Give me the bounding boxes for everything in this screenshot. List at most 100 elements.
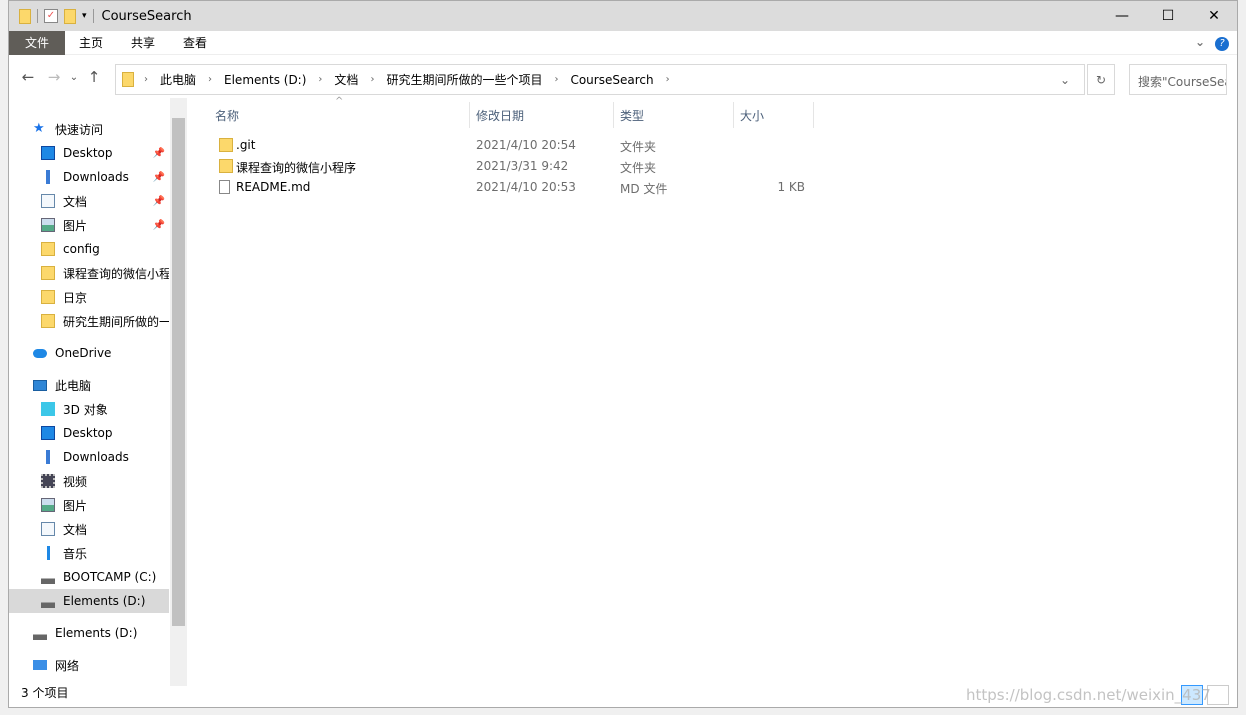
sidebar-item[interactable]: 3D 对象: [9, 397, 169, 421]
sidebar-item[interactable]: 日京: [9, 285, 169, 309]
sidebar-item[interactable]: 图片 📌: [9, 213, 169, 237]
file-date: 2021/3/31 9:42: [476, 159, 569, 173]
expand-ribbon-icon[interactable]: ⌄: [1195, 35, 1205, 49]
music-icon: [41, 546, 55, 560]
sidebar-item-label: Elements (D:): [63, 594, 146, 608]
sidebar-item-label: Downloads: [63, 170, 129, 184]
sidebar-item[interactable]: ★ 快速访问: [9, 117, 169, 141]
sidebar-item-label: 文档: [63, 194, 88, 209]
customize-toolbar-icon[interactable]: ▾: [82, 11, 87, 21]
sidebar-item-label: Downloads: [63, 450, 129, 464]
sidebar-item[interactable]: Downloads 📌: [9, 165, 169, 189]
divider: [37, 9, 38, 23]
folder-icon: [19, 8, 31, 24]
folder-icon: [41, 266, 55, 280]
sidebar-item[interactable]: Desktop 📌: [9, 141, 169, 165]
help-icon[interactable]: ?: [1215, 37, 1229, 51]
file-name: 课程查询的微信小程序: [236, 161, 357, 175]
pin-icon: 📌: [152, 171, 165, 183]
network-icon: [33, 660, 47, 670]
breadcrumb-item[interactable]: CourseSearch: [570, 73, 653, 87]
column-size[interactable]: 大小: [740, 107, 764, 124]
pin-icon: 📌: [152, 195, 165, 207]
sidebar-item[interactable]: config: [9, 237, 169, 261]
pin-icon: 📌: [152, 219, 165, 231]
sidebar-item-label: 音乐: [63, 546, 88, 561]
tab-home[interactable]: 主页: [65, 31, 117, 55]
tab-file[interactable]: 文件: [9, 30, 66, 55]
sidebar-item[interactable]: 视频: [9, 469, 169, 493]
file-date: 2021/4/10 20:54: [476, 138, 576, 152]
forward-button[interactable]: →: [41, 68, 67, 86]
address-bar[interactable]: › 此电脑 › Elements (D:) › 文档 › 研究生期间所做的一些个项目 ›…: [115, 64, 1085, 95]
sidebar-item-label: BOOTCAMP (C:): [63, 570, 157, 584]
minimize-button[interactable]: —: [1099, 1, 1145, 31]
picture-icon: [41, 218, 55, 232]
recent-locations-button[interactable]: ⌄: [67, 72, 81, 83]
file-row[interactable]: README.md 2021/4/10 20:53 MD 文件 1 KB: [197, 177, 817, 198]
refresh-button[interactable]: ↻: [1087, 64, 1115, 95]
breadcrumb-item[interactable]: 研究生期间所做的一些个项目: [386, 71, 542, 88]
file-type: 文件夹: [620, 161, 657, 175]
sidebar-item-label: OneDrive: [55, 346, 112, 360]
desktop-icon: [41, 426, 55, 440]
sidebar-item[interactable]: 文档: [9, 517, 169, 541]
file-name: .git: [236, 138, 256, 152]
sidebar-item[interactable]: 图片: [9, 493, 169, 517]
file-list: 名称 ^ 修改日期 类型 大小 .git 2021/4/10 20:54 文件夹 课程…: [197, 96, 1237, 677]
sidebar-item[interactable]: 此电脑: [9, 373, 169, 397]
download-icon: [41, 170, 55, 184]
up-button[interactable]: ↑: [81, 68, 107, 86]
sidebar-item[interactable]: OneDrive: [9, 341, 169, 365]
file-type: MD 文件: [620, 182, 668, 196]
sidebar-scrollbar[interactable]: [170, 98, 187, 686]
new-folder-icon[interactable]: [64, 8, 76, 24]
sidebar-item-label: 图片: [63, 498, 88, 513]
sidebar-item[interactable]: 课程查询的微信小程序: [9, 261, 169, 285]
title-bar: ✓ ▾ CourseSearch — ☐ ✕: [9, 1, 1237, 31]
column-date[interactable]: 修改日期: [476, 107, 524, 124]
breadcrumb-item[interactable]: Elements (D:): [224, 73, 306, 87]
sidebar-item[interactable]: BOOTCAMP (C:): [9, 565, 169, 589]
sidebar-item-label: 课程查询的微信小程序: [63, 266, 169, 281]
sidebar-item[interactable]: Downloads: [9, 445, 169, 469]
tab-share[interactable]: 共享: [117, 31, 169, 55]
desktop-icon: [41, 146, 55, 160]
maximize-button[interactable]: ☐: [1145, 1, 1191, 31]
sidebar-item-label: 研究生期间所做的一些个项目: [63, 314, 169, 329]
divider: [92, 9, 94, 23]
breadcrumb-item[interactable]: 文档: [334, 71, 358, 88]
download-icon: [41, 450, 55, 464]
cube-icon: [41, 402, 55, 416]
close-button[interactable]: ✕: [1191, 1, 1237, 31]
file-row[interactable]: 课程查询的微信小程序 2021/3/31 9:42 文件夹: [197, 156, 817, 177]
window-title: CourseSearch: [101, 8, 192, 24]
file-row[interactable]: .git 2021/4/10 20:54 文件夹: [197, 135, 817, 156]
cloud-icon: [33, 348, 47, 358]
sidebar-item[interactable]: Elements (D:): [9, 621, 169, 645]
sidebar-item[interactable]: 文档 📌: [9, 189, 169, 213]
search-input[interactable]: 搜索"CourseSearch": [1129, 64, 1227, 95]
watermark: https://blog.csdn.net/weixin_437: [966, 686, 1211, 704]
sidebar-item[interactable]: 音乐: [9, 541, 169, 565]
sidebar-item-label: 文档: [63, 522, 88, 537]
sidebar-item[interactable]: 网络: [9, 653, 169, 677]
document-icon: [41, 194, 55, 208]
sidebar-item-label: Desktop: [63, 426, 113, 440]
sidebar-item-label: 3D 对象: [63, 402, 108, 417]
back-button[interactable]: ←: [15, 68, 41, 86]
sidebar-item[interactable]: Desktop: [9, 421, 169, 445]
properties-icon[interactable]: ✓: [44, 9, 58, 23]
file-explorer-window: ✓ ▾ CourseSearch — ☐ ✕ 文件 主页 共享 查看 ⌄? ← …: [8, 0, 1238, 708]
column-type[interactable]: 类型: [620, 107, 644, 124]
breadcrumb-item[interactable]: 此电脑: [160, 71, 196, 88]
tab-view[interactable]: 查看: [169, 31, 221, 55]
folder-icon: [219, 138, 233, 152]
folder-icon: [41, 242, 55, 256]
drive-icon: [33, 626, 47, 640]
sidebar-item-label: 图片: [63, 218, 88, 233]
sidebar-item[interactable]: Elements (D:): [9, 589, 169, 613]
column-name[interactable]: 名称: [215, 107, 239, 124]
address-dropdown-icon[interactable]: ⌄: [1060, 73, 1070, 87]
sidebar-item[interactable]: 研究生期间所做的一些个项目: [9, 309, 169, 333]
